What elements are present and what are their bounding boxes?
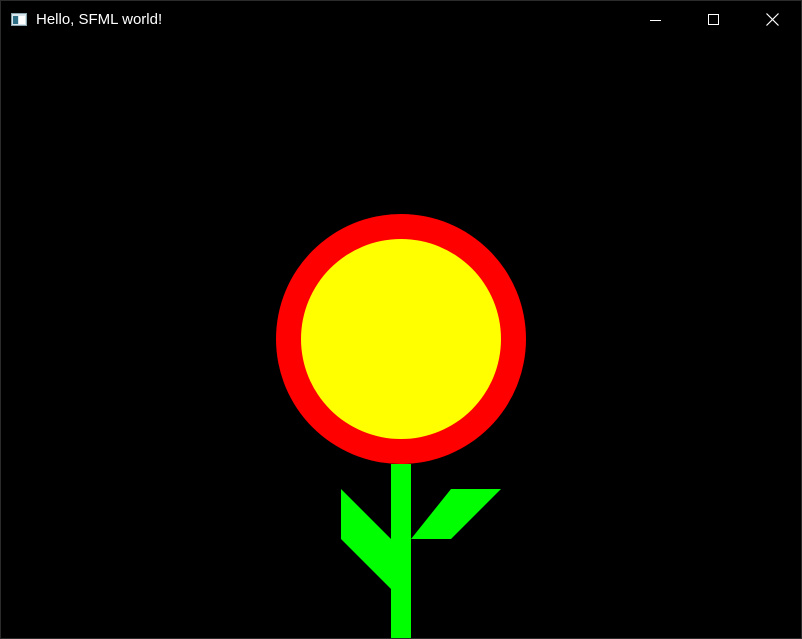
maximize-button[interactable] <box>685 1 743 38</box>
window-title: Hello, SFML world! <box>36 11 163 28</box>
flower-stem <box>391 464 411 638</box>
close-icon <box>765 13 779 26</box>
minimize-icon <box>650 14 662 26</box>
minimize-button[interactable] <box>627 1 685 38</box>
maximize-icon <box>708 13 720 26</box>
sfml-window: Hello, SFML world! <box>0 0 802 639</box>
flower-center <box>301 239 501 439</box>
title-bar[interactable]: Hello, SFML world! <box>1 1 801 38</box>
render-canvas[interactable] <box>1 38 801 638</box>
close-button[interactable] <box>743 1 801 38</box>
window-app-icon <box>11 13 27 26</box>
